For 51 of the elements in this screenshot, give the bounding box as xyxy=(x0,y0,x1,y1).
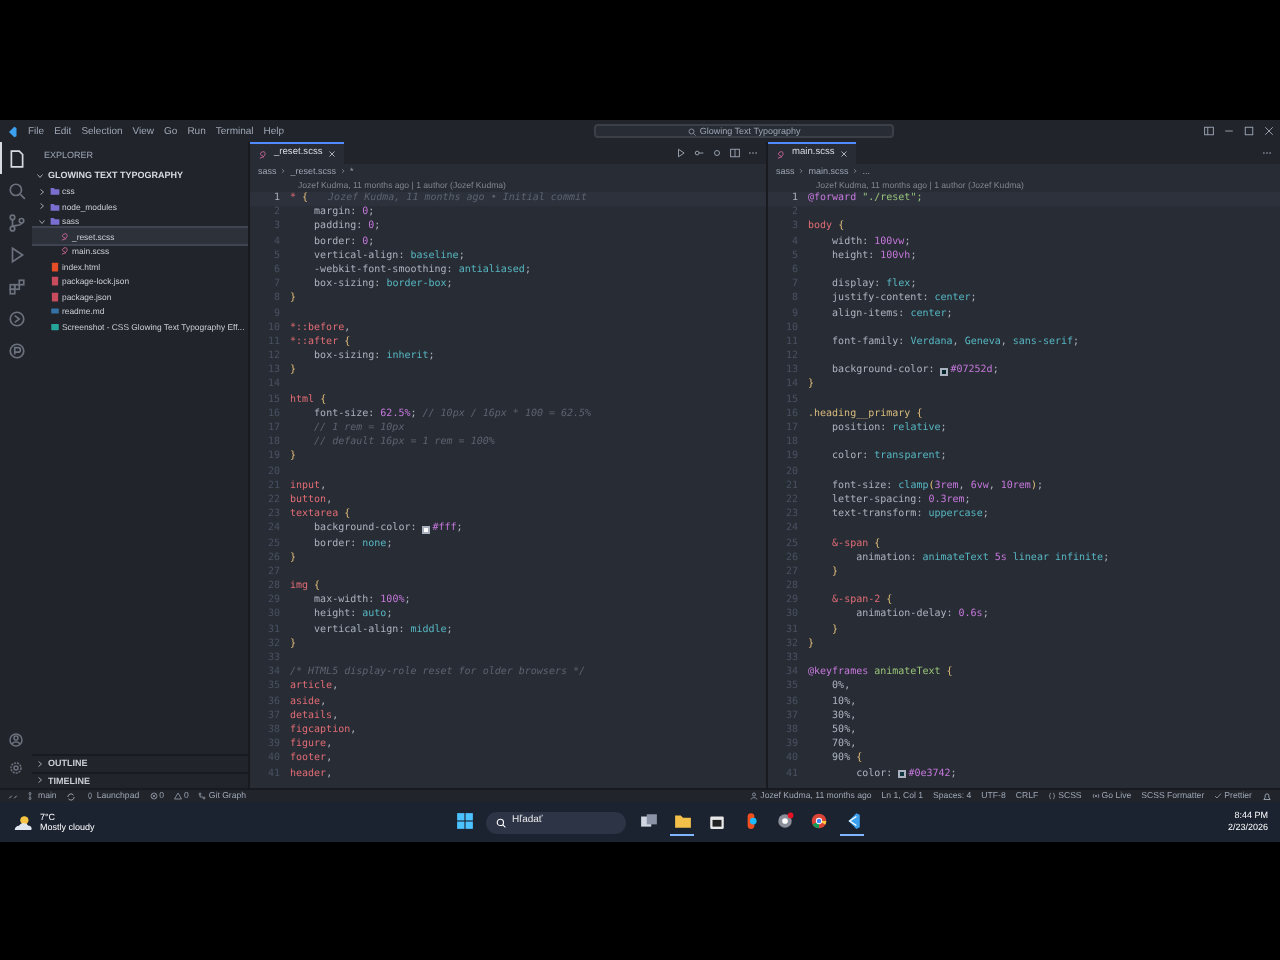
close-icon[interactable] xyxy=(1263,126,1274,136)
close-icon[interactable] xyxy=(328,150,337,158)
remote-icon[interactable] xyxy=(8,791,18,801)
weather-icon[interactable] xyxy=(12,811,34,833)
files-icon xyxy=(8,149,26,167)
graph-icon xyxy=(198,792,207,800)
task-view-icon xyxy=(639,812,657,830)
search-icon xyxy=(8,181,26,199)
source-control-icon xyxy=(8,213,26,231)
circle-letter-icon xyxy=(8,341,26,359)
search-icon xyxy=(496,817,506,827)
shopping-bag-icon xyxy=(707,812,725,830)
split-editor-icon[interactable] xyxy=(730,148,740,158)
extensions-icon xyxy=(8,277,26,295)
run-icon xyxy=(8,245,26,263)
account-icon[interactable] xyxy=(8,732,24,748)
minimize-icon[interactable] xyxy=(1223,126,1234,136)
warning-icon xyxy=(174,792,182,800)
layout-icon[interactable] xyxy=(1203,126,1214,136)
swirl-icon xyxy=(258,149,268,159)
html-file-icon xyxy=(49,261,59,272)
color-swatch-icon[interactable] xyxy=(940,367,949,376)
chevron-icon[interactable] xyxy=(38,187,46,196)
browser-icon xyxy=(775,812,793,830)
taskbar-app[interactable] xyxy=(840,808,864,836)
image-file-icon xyxy=(49,321,59,332)
sync-icon[interactable] xyxy=(66,791,77,801)
settings-icon[interactable] xyxy=(8,760,24,776)
maximize-icon[interactable] xyxy=(1243,126,1254,136)
code-editor-icon xyxy=(843,812,861,830)
folder-icon xyxy=(673,812,691,830)
markdown-file-icon xyxy=(49,306,59,317)
close-icon[interactable] xyxy=(840,150,849,158)
chevron-icon[interactable] xyxy=(38,202,46,211)
play-icon[interactable] xyxy=(676,148,686,158)
start-icon xyxy=(455,812,473,830)
search-icon xyxy=(687,127,696,135)
code-editor-logo-icon xyxy=(6,125,18,137)
bell-icon[interactable] xyxy=(1262,791,1272,801)
color-swatch-icon[interactable] xyxy=(898,770,907,779)
browser-icon xyxy=(809,812,827,830)
check-icon xyxy=(1214,792,1223,800)
color-swatch-icon[interactable] xyxy=(422,525,431,534)
swirl-icon xyxy=(776,149,786,159)
person-icon xyxy=(750,792,759,800)
circle-icon[interactable] xyxy=(712,148,722,158)
chevron-icon[interactable] xyxy=(36,776,44,785)
branch-icon xyxy=(28,792,36,800)
circle-arrow-icon xyxy=(8,309,26,327)
error-icon xyxy=(149,792,158,800)
chevron-icon[interactable] xyxy=(36,759,44,768)
